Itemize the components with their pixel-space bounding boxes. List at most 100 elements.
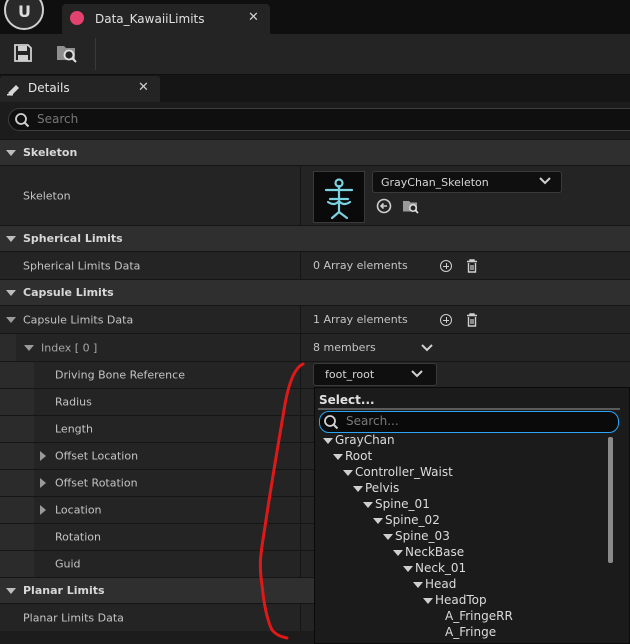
bone-name: Spine_01	[375, 497, 430, 511]
details-search-placeholder: Search	[37, 112, 79, 126]
property-label: Offset Rotation	[55, 476, 138, 490]
skeleton-thumbnail[interactable]	[313, 171, 365, 223]
column-splitter[interactable]	[300, 362, 301, 388]
property-label: Length	[55, 422, 93, 436]
details-tab-label: Details	[28, 81, 70, 95]
bone-name: Pelvis	[365, 481, 400, 495]
browse-folder-icon[interactable]	[55, 42, 79, 64]
expand-arrow-icon[interactable]	[413, 582, 423, 588]
bone-name: NeckBase	[405, 545, 465, 559]
bone-name: Controller_Waist	[355, 465, 453, 479]
search-icon	[324, 415, 339, 430]
column-splitter[interactable]	[300, 389, 301, 415]
expand-arrow-icon[interactable]	[393, 550, 403, 556]
unreal-logo-icon[interactable]: U	[4, 0, 44, 30]
chevron-down-icon[interactable]	[421, 343, 433, 353]
bone-picker-title: Select...	[319, 393, 375, 407]
expand-arrow-icon[interactable]	[24, 345, 34, 351]
expand-arrow-icon[interactable]	[403, 566, 413, 572]
bone-name: Head	[425, 577, 457, 591]
add-element-icon[interactable]	[440, 260, 452, 272]
bone-name: Spine_03	[395, 529, 450, 543]
skeleton-asset-icon	[324, 178, 354, 220]
trash-icon[interactable]	[466, 259, 478, 273]
array-count: 1 Array elements	[313, 313, 408, 326]
expand-arrow-icon[interactable]	[333, 454, 343, 460]
skeleton-asset-value: GrayChan_Skeleton	[381, 176, 489, 189]
close-tab-button[interactable]: ✕	[248, 10, 259, 25]
scrollbar[interactable]	[608, 437, 613, 563]
expand-arrow-icon[interactable]	[323, 438, 333, 444]
browse-to-asset-icon[interactable]	[402, 198, 420, 214]
category-skeleton[interactable]: Skeleton	[0, 139, 630, 165]
document-tab[interactable]: Data_KawaiiLimits ✕	[62, 4, 270, 34]
property-label: Spherical Limits Data	[23, 259, 141, 272]
expand-arrow-icon[interactable]	[343, 470, 353, 476]
expand-arrow-icon[interactable]	[40, 505, 46, 515]
property-label: Offset Location	[55, 449, 139, 463]
data-asset-icon	[70, 11, 84, 25]
toolbar	[0, 34, 630, 75]
bone-search-placeholder: Search...	[346, 414, 399, 428]
column-splitter[interactable]	[300, 443, 301, 469]
expand-arrow-icon[interactable]	[353, 486, 363, 492]
title-bar: U Data_KawaiiLimits ✕	[0, 0, 630, 34]
expand-arrow-icon[interactable]	[6, 317, 16, 323]
expand-arrow-icon[interactable]	[423, 598, 433, 604]
expand-arrow-icon[interactable]	[40, 451, 46, 461]
category-label: Capsule Limits	[23, 286, 114, 299]
category-spherical-limits[interactable]: Spherical Limits	[0, 225, 630, 251]
expand-arrow-icon[interactable]	[373, 518, 383, 524]
expand-arrow-icon[interactable]	[383, 534, 393, 540]
property-label: Skeleton	[23, 189, 71, 203]
indent-bar	[0, 470, 34, 497]
column-splitter[interactable]	[300, 416, 301, 442]
property-label: Rotation	[55, 530, 102, 544]
driving-bone-value: foot_root	[325, 368, 375, 381]
array-count: 0 Array elements	[313, 259, 408, 272]
indent-bar	[0, 389, 34, 416]
expand-arrow-icon[interactable]	[40, 478, 46, 488]
column-splitter[interactable]	[300, 306, 301, 333]
bone-name: Spine_02	[385, 513, 440, 527]
indent-bar	[0, 362, 34, 389]
indent-bar	[0, 497, 34, 524]
bone-name: GrayChan	[335, 433, 395, 447]
member-count: 8 members	[313, 341, 376, 354]
indent-bar	[0, 334, 16, 362]
category-label: Spherical Limits	[23, 232, 123, 245]
property-label: Driving Bone Reference	[55, 368, 185, 382]
column-splitter[interactable]	[300, 497, 301, 523]
trash-icon[interactable]	[466, 313, 478, 327]
bone-name: Root	[345, 449, 373, 463]
indent-bar	[0, 443, 34, 470]
expand-arrow-icon[interactable]	[363, 502, 373, 508]
use-selected-asset-icon[interactable]	[376, 198, 392, 214]
details-tab[interactable]: Details ✕	[0, 76, 160, 102]
collapse-arrow-icon	[6, 236, 16, 242]
bone-name: A_FringeRR	[445, 609, 513, 623]
category-capsule-limits[interactable]: Capsule Limits	[0, 279, 630, 305]
indent-bar	[0, 416, 34, 443]
column-splitter[interactable]	[300, 551, 301, 577]
details-search-input[interactable]	[8, 108, 630, 131]
bone-name: A_Fringe	[445, 625, 497, 639]
property-label: Capsule Limits Data	[23, 313, 134, 326]
collapse-arrow-icon	[6, 150, 16, 156]
column-splitter[interactable]	[300, 604, 301, 631]
bone-name: Neck_01	[415, 561, 467, 575]
property-row-spherical-limits-data: Spherical Limits Data 0 Array elements	[0, 251, 630, 279]
column-splitter[interactable]	[300, 334, 301, 361]
property-label: Guid	[55, 557, 81, 571]
column-splitter[interactable]	[300, 252, 301, 279]
pencil-icon	[7, 85, 19, 96]
popup-divider	[318, 408, 620, 410]
category-label: Planar Limits	[23, 584, 105, 597]
save-icon[interactable]	[12, 42, 34, 64]
close-details-button[interactable]: ✕	[138, 80, 149, 95]
column-splitter[interactable]	[300, 470, 301, 496]
column-splitter[interactable]	[300, 166, 301, 226]
add-element-icon[interactable]	[440, 314, 452, 326]
column-splitter[interactable]	[300, 524, 301, 550]
collapse-arrow-icon	[6, 588, 16, 594]
